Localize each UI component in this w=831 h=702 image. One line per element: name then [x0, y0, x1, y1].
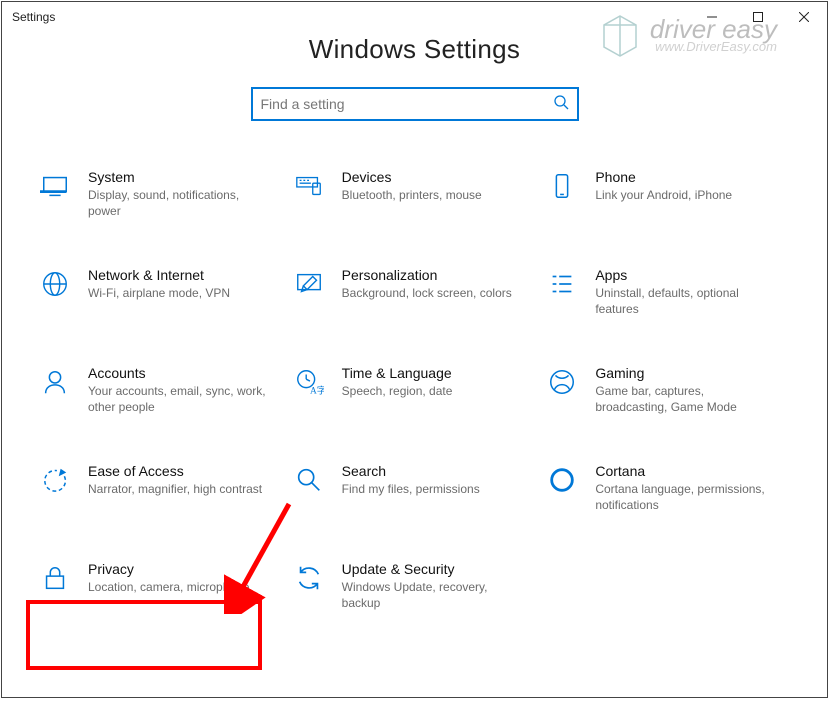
tile-system[interactable]: System Display, sound, notifications, po…	[38, 169, 292, 229]
minimize-icon	[707, 12, 717, 22]
minimize-button[interactable]	[689, 2, 735, 32]
tile-title: Apps	[595, 267, 779, 283]
tile-title: Cortana	[595, 463, 779, 479]
phone-icon	[545, 169, 579, 203]
close-button[interactable]	[781, 2, 827, 32]
window-controls	[689, 2, 827, 32]
close-icon	[799, 12, 809, 22]
tile-desc: Game bar, captures, broadcasting, Game M…	[595, 383, 779, 415]
globe-icon	[38, 267, 72, 301]
apps-list-icon	[545, 267, 579, 301]
tile-title: Phone	[595, 169, 779, 185]
tile-desc: Location, camera, microphone	[88, 579, 272, 595]
keyboard-icon	[292, 169, 326, 203]
tile-desc: Narrator, magnifier, high contrast	[88, 481, 272, 497]
tile-desc: Uninstall, defaults, optional features	[595, 285, 779, 317]
tile-apps[interactable]: Apps Uninstall, defaults, optional featu…	[545, 267, 799, 327]
tile-title: System	[88, 169, 272, 185]
search-box[interactable]	[251, 87, 579, 121]
page-title: Windows Settings	[2, 34, 827, 65]
tile-devices[interactable]: Devices Bluetooth, printers, mouse	[292, 169, 546, 229]
tile-time[interactable]: A字 Time & Language Speech, region, date	[292, 365, 546, 425]
tile-desc: Your accounts, email, sync, work, other …	[88, 383, 272, 415]
search-input[interactable]	[261, 96, 553, 112]
person-icon	[38, 365, 72, 399]
tile-title: Time & Language	[342, 365, 526, 381]
tile-gaming[interactable]: Gaming Game bar, captures, broadcasting,…	[545, 365, 799, 425]
tile-desc: Wi-Fi, airplane mode, VPN	[88, 285, 272, 301]
window-title: Settings	[12, 10, 55, 24]
tile-search[interactable]: Search Find my files, permissions	[292, 463, 546, 523]
tile-desc: Cortana language, permissions, notificat…	[595, 481, 779, 513]
search-icon	[553, 94, 569, 115]
tile-title: Network & Internet	[88, 267, 272, 283]
tile-desc: Find my files, permissions	[342, 481, 526, 497]
tile-title: Update & Security	[342, 561, 526, 577]
search-container	[2, 87, 827, 121]
settings-grid: System Display, sound, notifications, po…	[2, 121, 827, 621]
accessibility-icon	[38, 463, 72, 497]
tile-phone[interactable]: Phone Link your Android, iPhone	[545, 169, 799, 229]
tile-title: Gaming	[595, 365, 779, 381]
tile-title: Accounts	[88, 365, 272, 381]
tile-title: Devices	[342, 169, 526, 185]
tile-network[interactable]: Network & Internet Wi-Fi, airplane mode,…	[38, 267, 292, 327]
paintbrush-icon	[292, 267, 326, 301]
tile-title: Ease of Access	[88, 463, 272, 479]
time-language-icon: A字	[292, 365, 326, 399]
tile-privacy[interactable]: Privacy Location, camera, microphone	[38, 561, 292, 621]
tile-cortana[interactable]: Cortana Cortana language, permissions, n…	[545, 463, 799, 523]
tile-desc: Windows Update, recovery, backup	[342, 579, 526, 611]
tile-accounts[interactable]: Accounts Your accounts, email, sync, wor…	[38, 365, 292, 425]
monitor-icon	[38, 169, 72, 203]
xbox-icon	[545, 365, 579, 399]
tile-title: Personalization	[342, 267, 526, 283]
tile-ease-of-access[interactable]: Ease of Access Narrator, magnifier, high…	[38, 463, 292, 523]
tile-update[interactable]: Update & Security Windows Update, recove…	[292, 561, 546, 621]
titlebar: Settings	[2, 2, 827, 32]
tile-desc: Display, sound, notifications, power	[88, 187, 272, 219]
settings-window: Settings Windows Settings	[1, 1, 828, 698]
tile-title: Search	[342, 463, 526, 479]
tile-personalization[interactable]: Personalization Background, lock screen,…	[292, 267, 546, 327]
tile-title: Privacy	[88, 561, 272, 577]
tile-desc: Bluetooth, printers, mouse	[342, 187, 526, 203]
tile-desc: Background, lock screen, colors	[342, 285, 526, 301]
maximize-button[interactable]	[735, 2, 781, 32]
tile-desc: Speech, region, date	[342, 383, 526, 399]
cortana-icon	[545, 463, 579, 497]
svg-text:A字: A字	[310, 384, 324, 396]
sync-icon	[292, 561, 326, 595]
lock-icon	[38, 561, 72, 595]
magnifier-icon	[292, 463, 326, 497]
tile-desc: Link your Android, iPhone	[595, 187, 779, 203]
maximize-icon	[753, 12, 763, 22]
